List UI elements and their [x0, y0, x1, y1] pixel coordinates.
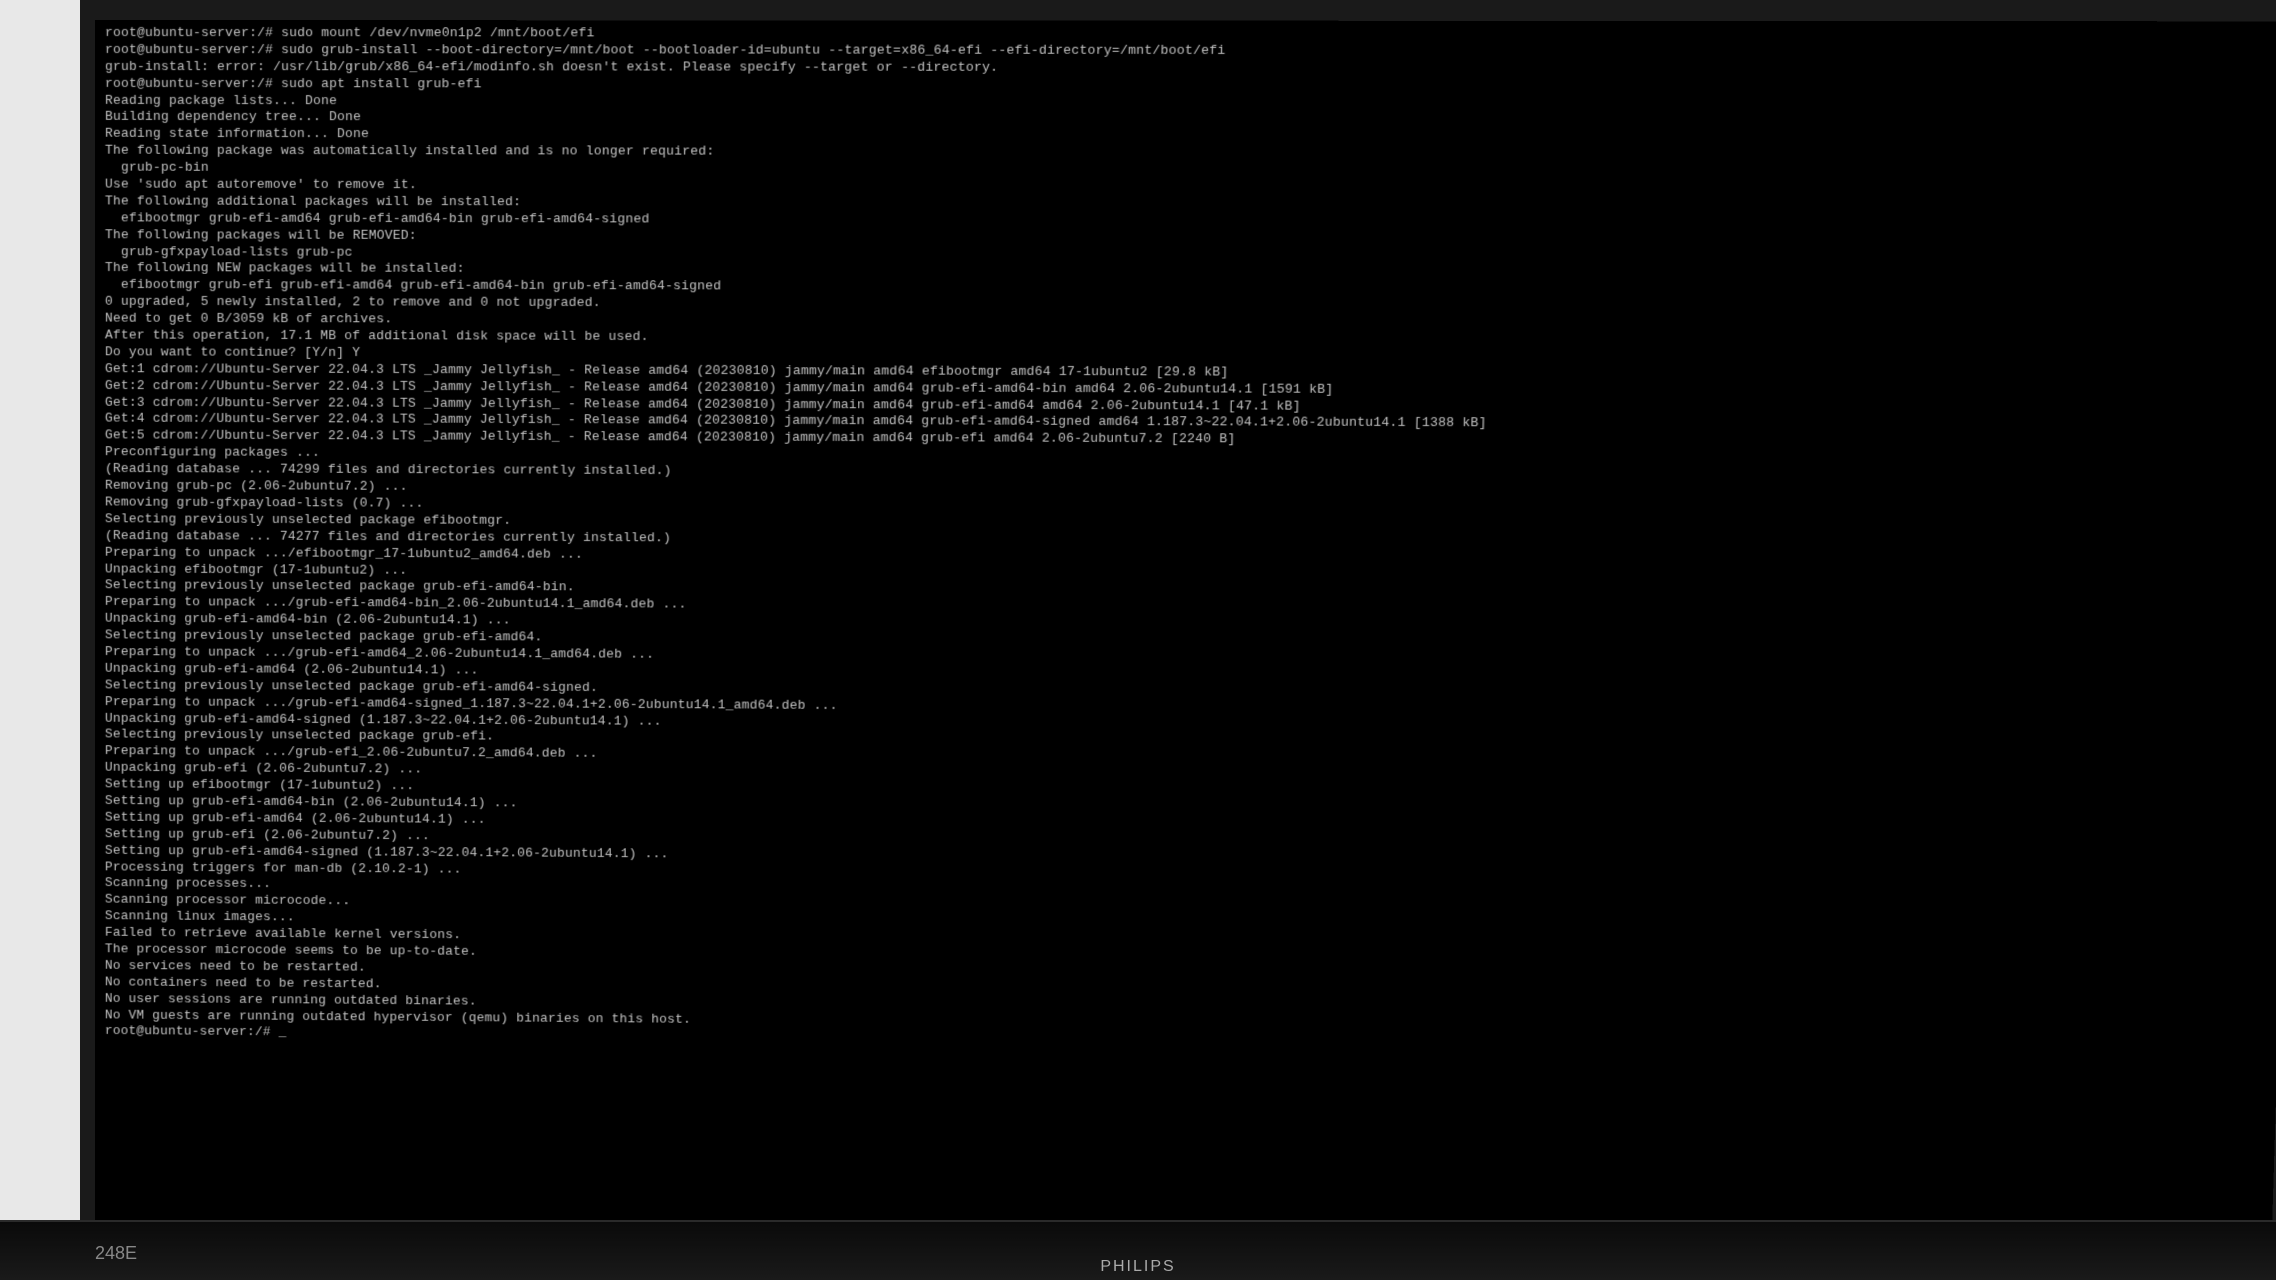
- terminal-line: grub-install: error: /usr/lib/grub/x86_6…: [105, 59, 2276, 78]
- cursor: _: [279, 1025, 287, 1040]
- monitor-bezel: 248E PHILIPS: [0, 1220, 2276, 1280]
- terminal-line: root@ubuntu-server:/# sudo apt install g…: [105, 76, 2276, 95]
- terminal-window[interactable]: root@ubuntu-server:/# sudo mount /dev/nv…: [95, 20, 2276, 1278]
- monitor-brand-label: PHILIPS: [1100, 1257, 1175, 1278]
- terminal-line: root@ubuntu-server:/# sudo grub-install …: [105, 42, 2276, 61]
- desk-edge: [0, 0, 80, 1280]
- monitor-model-label: 248E: [95, 1242, 137, 1265]
- terminal-line: root@ubuntu-server:/# sudo mount /dev/nv…: [105, 25, 2276, 44]
